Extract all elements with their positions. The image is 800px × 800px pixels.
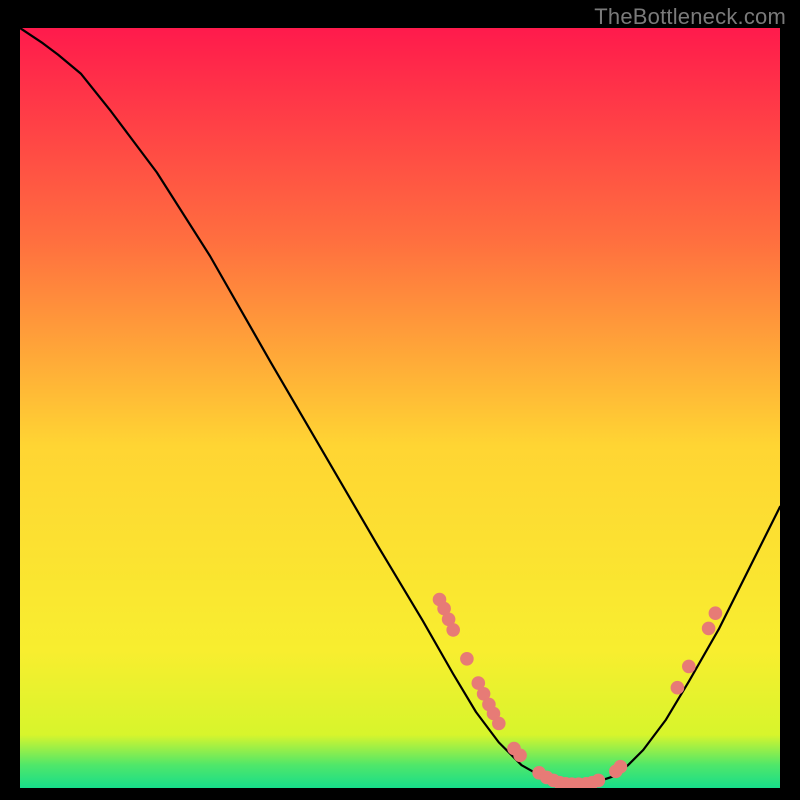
data-point [513, 749, 527, 763]
data-point [702, 622, 716, 636]
watermark-text: TheBottleneck.com [594, 4, 786, 30]
data-point [592, 774, 606, 788]
data-point [671, 681, 685, 695]
data-point [460, 652, 474, 666]
data-point [709, 606, 723, 620]
data-point [492, 717, 506, 731]
chart-frame: TheBottleneck.com [0, 0, 800, 800]
bottleneck-plot [20, 28, 780, 788]
data-point [682, 660, 696, 674]
data-point [446, 623, 460, 637]
data-point [614, 760, 628, 774]
